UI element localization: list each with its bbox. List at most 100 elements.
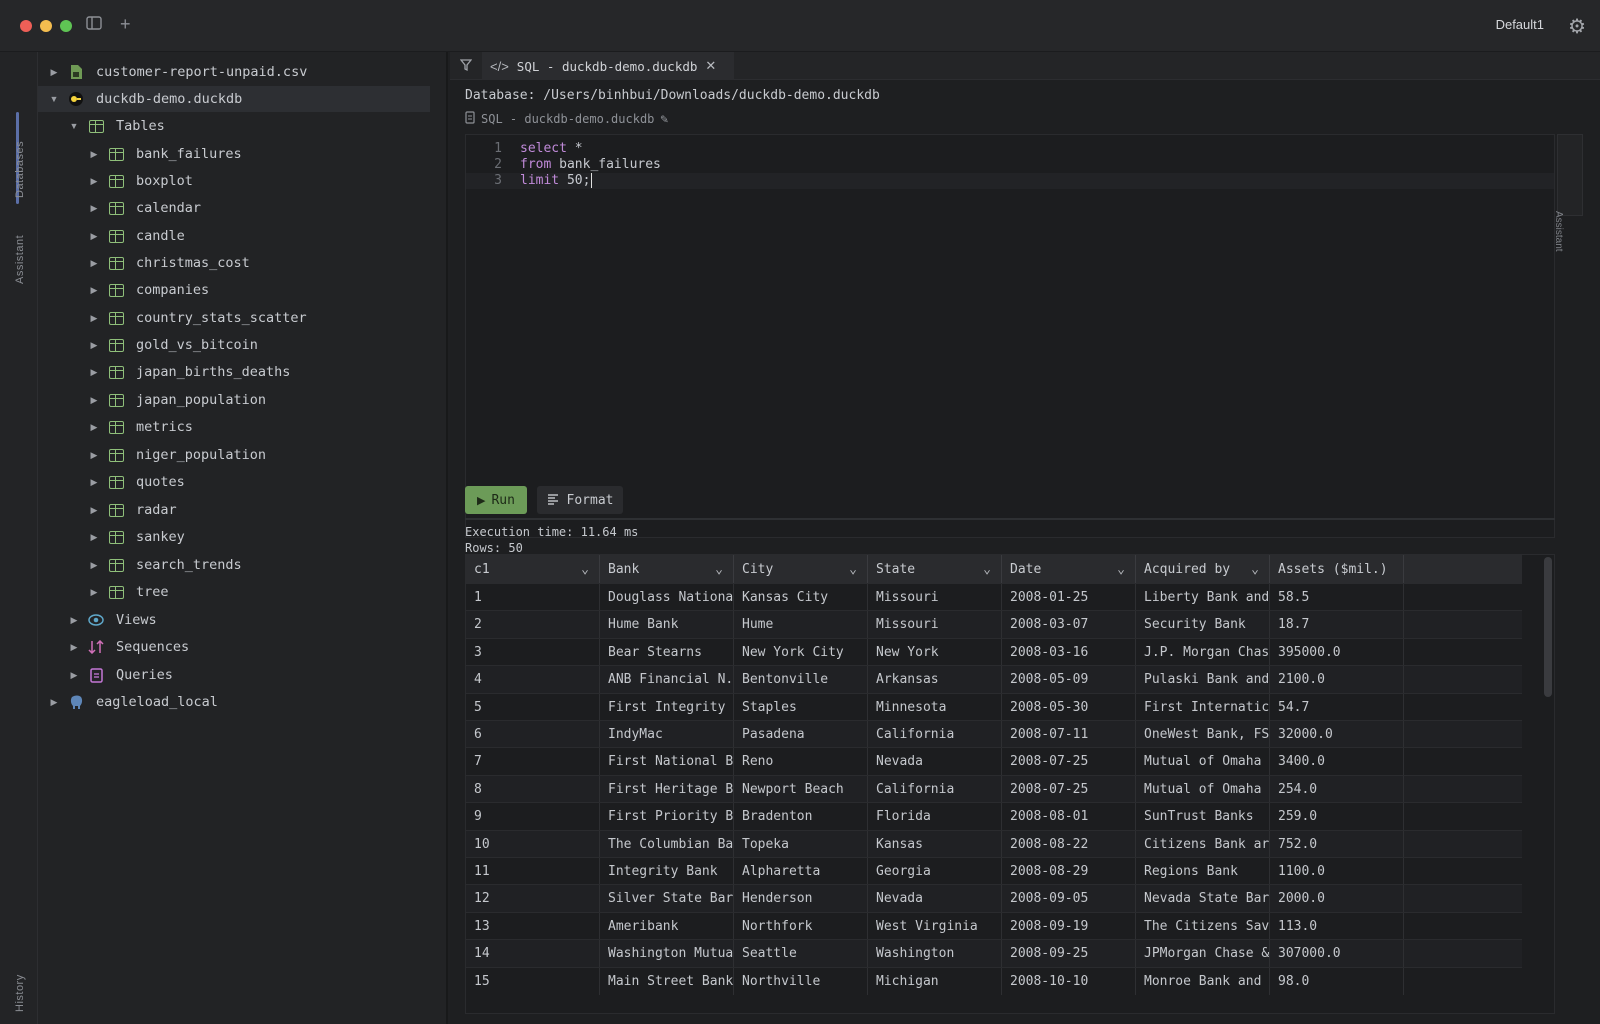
table-cell[interactable]: 58.5 [1270,584,1404,611]
table-row[interactable]: 12 Silver State Bar Henderson Nevada 2008-09… [466,884,1522,913]
table-cell[interactable]: 2008-08-01 [1002,803,1136,831]
table-cell[interactable]: California [868,721,1002,748]
table-cell[interactable]: 13 [466,912,600,940]
caret-right-icon[interactable]: ▶ [68,670,80,681]
caret-right-icon[interactable]: ▶ [68,642,80,653]
table-cell[interactable]: Missouri [868,611,1002,639]
tree-item-customer-report-unpaid-csv[interactable]: ▶ customer-report-unpaid.csv [38,59,438,85]
caret-down-icon[interactable]: ▼ [48,94,60,104]
table-cell[interactable]: 307000.0 [1270,940,1404,968]
run-button[interactable]: ▶ Run [465,486,527,514]
chevron-down-icon[interactable]: ⌄ [581,562,589,577]
rail-tab-databases[interactable]: Databases [14,141,26,198]
table-cell[interactable]: 2008-07-25 [1002,775,1136,803]
table-cell[interactable]: 254.0 [1270,775,1404,803]
table-cell[interactable]: 9 [466,803,600,831]
table-row[interactable]: 9 First Priority B Bradenton Florida 2008-08… [466,802,1522,831]
table-cell[interactable]: Security Bank [1136,611,1270,639]
table-row[interactable]: 7 First National B Reno Nevada 2008-07-25 Mut… [466,747,1522,776]
table-cell[interactable]: Bentonville [734,666,868,694]
table-cell[interactable]: SunTrust Banks [1136,803,1270,831]
table-cell[interactable]: Missouri [868,584,1002,611]
tree-item-tables[interactable]: ▼ Tables [38,113,438,139]
tree-item-bank-failures[interactable]: ▶ bank_failures [38,141,438,167]
code-line[interactable]: 1 select * [466,141,1554,157]
chevron-down-icon[interactable]: ⌄ [849,562,857,577]
table-cell[interactable]: Henderson [734,885,868,913]
table-cell[interactable]: 8 [466,775,600,803]
table-cell[interactable]: 2008-09-05 [1002,885,1136,913]
sidebar-toggle-icon[interactable] [86,16,102,34]
table-cell[interactable]: 2008-03-16 [1002,638,1136,666]
table-cell[interactable]: 2008-08-29 [1002,858,1136,885]
profile-selector[interactable]: Default1 [1496,17,1544,32]
table-row[interactable]: 2 Hume Bank Hume Missouri 2008-03-07 Security… [466,610,1522,639]
tree-item-sequences[interactable]: ▶ Sequences [38,634,438,660]
gear-icon[interactable]: ⚙ [1568,14,1586,39]
table-cell[interactable]: OneWest Bank, FS [1136,721,1270,748]
code-line[interactable]: 3 limit 50; [466,173,1554,189]
table-cell[interactable]: 2008-05-30 [1002,693,1136,721]
caret-right-icon[interactable]: ▶ [88,477,100,488]
chevron-down-icon[interactable]: ⌄ [983,562,991,577]
tree-item-gold-vs-bitcoin[interactable]: ▶ gold_vs_bitcoin [38,332,438,358]
tree-item-queries[interactable]: ▶ Queries [38,662,438,688]
table-row[interactable]: 1 Douglass Nationa Kansas City Missouri 2008… [466,583,1522,611]
table-cell[interactable]: Arkansas [868,666,1002,694]
table-cell[interactable]: 2008-01-25 [1002,584,1136,611]
table-cell[interactable]: 32000.0 [1270,721,1404,748]
table-row[interactable]: 3 Bear Stearns New York City New York 2008-0… [466,637,1522,666]
minimize-window-button[interactable] [40,20,52,32]
caret-right-icon[interactable]: ▶ [48,697,60,708]
code-line[interactable]: 2 from bank_failures [466,157,1554,173]
table-cell[interactable]: Florida [868,803,1002,831]
table-cell[interactable]: 2008-09-25 [1002,940,1136,968]
table-cell[interactable]: 2000.0 [1270,885,1404,913]
table-cell[interactable]: West Virginia [868,912,1002,940]
tree-item-niger-population[interactable]: ▶ niger_population [38,442,438,468]
table-cell[interactable]: 2008-08-22 [1002,830,1136,858]
table-cell[interactable]: Northfork [734,912,868,940]
vertical-scrollbar[interactable] [1544,557,1552,697]
table-cell[interactable]: 4 [466,666,600,694]
tree-item-search-trends[interactable]: ▶ search_trends [38,552,438,578]
close-window-button[interactable] [20,20,32,32]
column-header[interactable]: State ⌄ [868,555,1002,583]
tree-item-japan-population[interactable]: ▶ japan_population [38,387,438,413]
table-cell[interactable]: Nevada State Bar [1136,885,1270,913]
table-row[interactable]: 6 IndyMac Pasadena California 2008-07-11 OneW… [466,720,1522,748]
table-cell[interactable]: 2008-07-25 [1002,748,1136,776]
table-cell[interactable]: JPMorgan Chase & [1136,940,1270,968]
column-header[interactable]: Bank ⌄ [600,555,734,583]
table-row[interactable]: 15 Main Street Bank Northville Michigan 2008… [466,966,1522,995]
table-cell[interactable]: Main Street Bank [600,967,734,995]
table-row[interactable]: 4 ANB Financial N. Bentonville Arkansas 2008… [466,665,1522,694]
table-cell[interactable]: 2008-10-10 [1002,967,1136,995]
table-cell[interactable]: Topeka [734,830,868,858]
table-cell[interactable]: 1 [466,584,600,611]
table-row[interactable]: 14 Washington Mutua Seattle Washington 2008-… [466,939,1522,968]
caret-right-icon[interactable]: ▶ [68,615,80,626]
pencil-icon[interactable]: ✎ [660,112,668,127]
tree-item-views[interactable]: ▶ Views [38,607,438,633]
table-cell[interactable]: Kansas [868,830,1002,858]
table-cell[interactable]: Newport Beach [734,775,868,803]
rail-tab-history[interactable]: History [14,974,26,1012]
table-cell[interactable]: 3 [466,638,600,666]
table-cell[interactable]: First Heritage B [600,775,734,803]
tree-item-companies[interactable]: ▶ companies [38,277,438,303]
caret-right-icon[interactable]: ▶ [88,505,100,516]
table-cell[interactable]: Douglass Nationa [600,584,734,611]
table-cell[interactable]: First Internatic [1136,693,1270,721]
table-cell[interactable]: First National B [600,748,734,776]
table-cell[interactable]: Georgia [868,858,1002,885]
sql-editor[interactable]: 1 select * 2 from bank_failures 3 limit 50; [465,134,1555,538]
table-cell[interactable]: Mutual of Omaha [1136,775,1270,803]
table-cell[interactable]: 11 [466,858,600,885]
tree-item-duckdb-demo-duckdb[interactable]: ▼ duckdb-demo.duckdb [38,86,430,112]
table-cell[interactable]: 54.7 [1270,693,1404,721]
table-cell[interactable]: 15 [466,967,600,995]
assistant-side-tab[interactable]: Assistant [1553,134,1583,252]
table-cell[interactable]: 113.0 [1270,912,1404,940]
tree-item-tree[interactable]: ▶ tree [38,579,438,605]
